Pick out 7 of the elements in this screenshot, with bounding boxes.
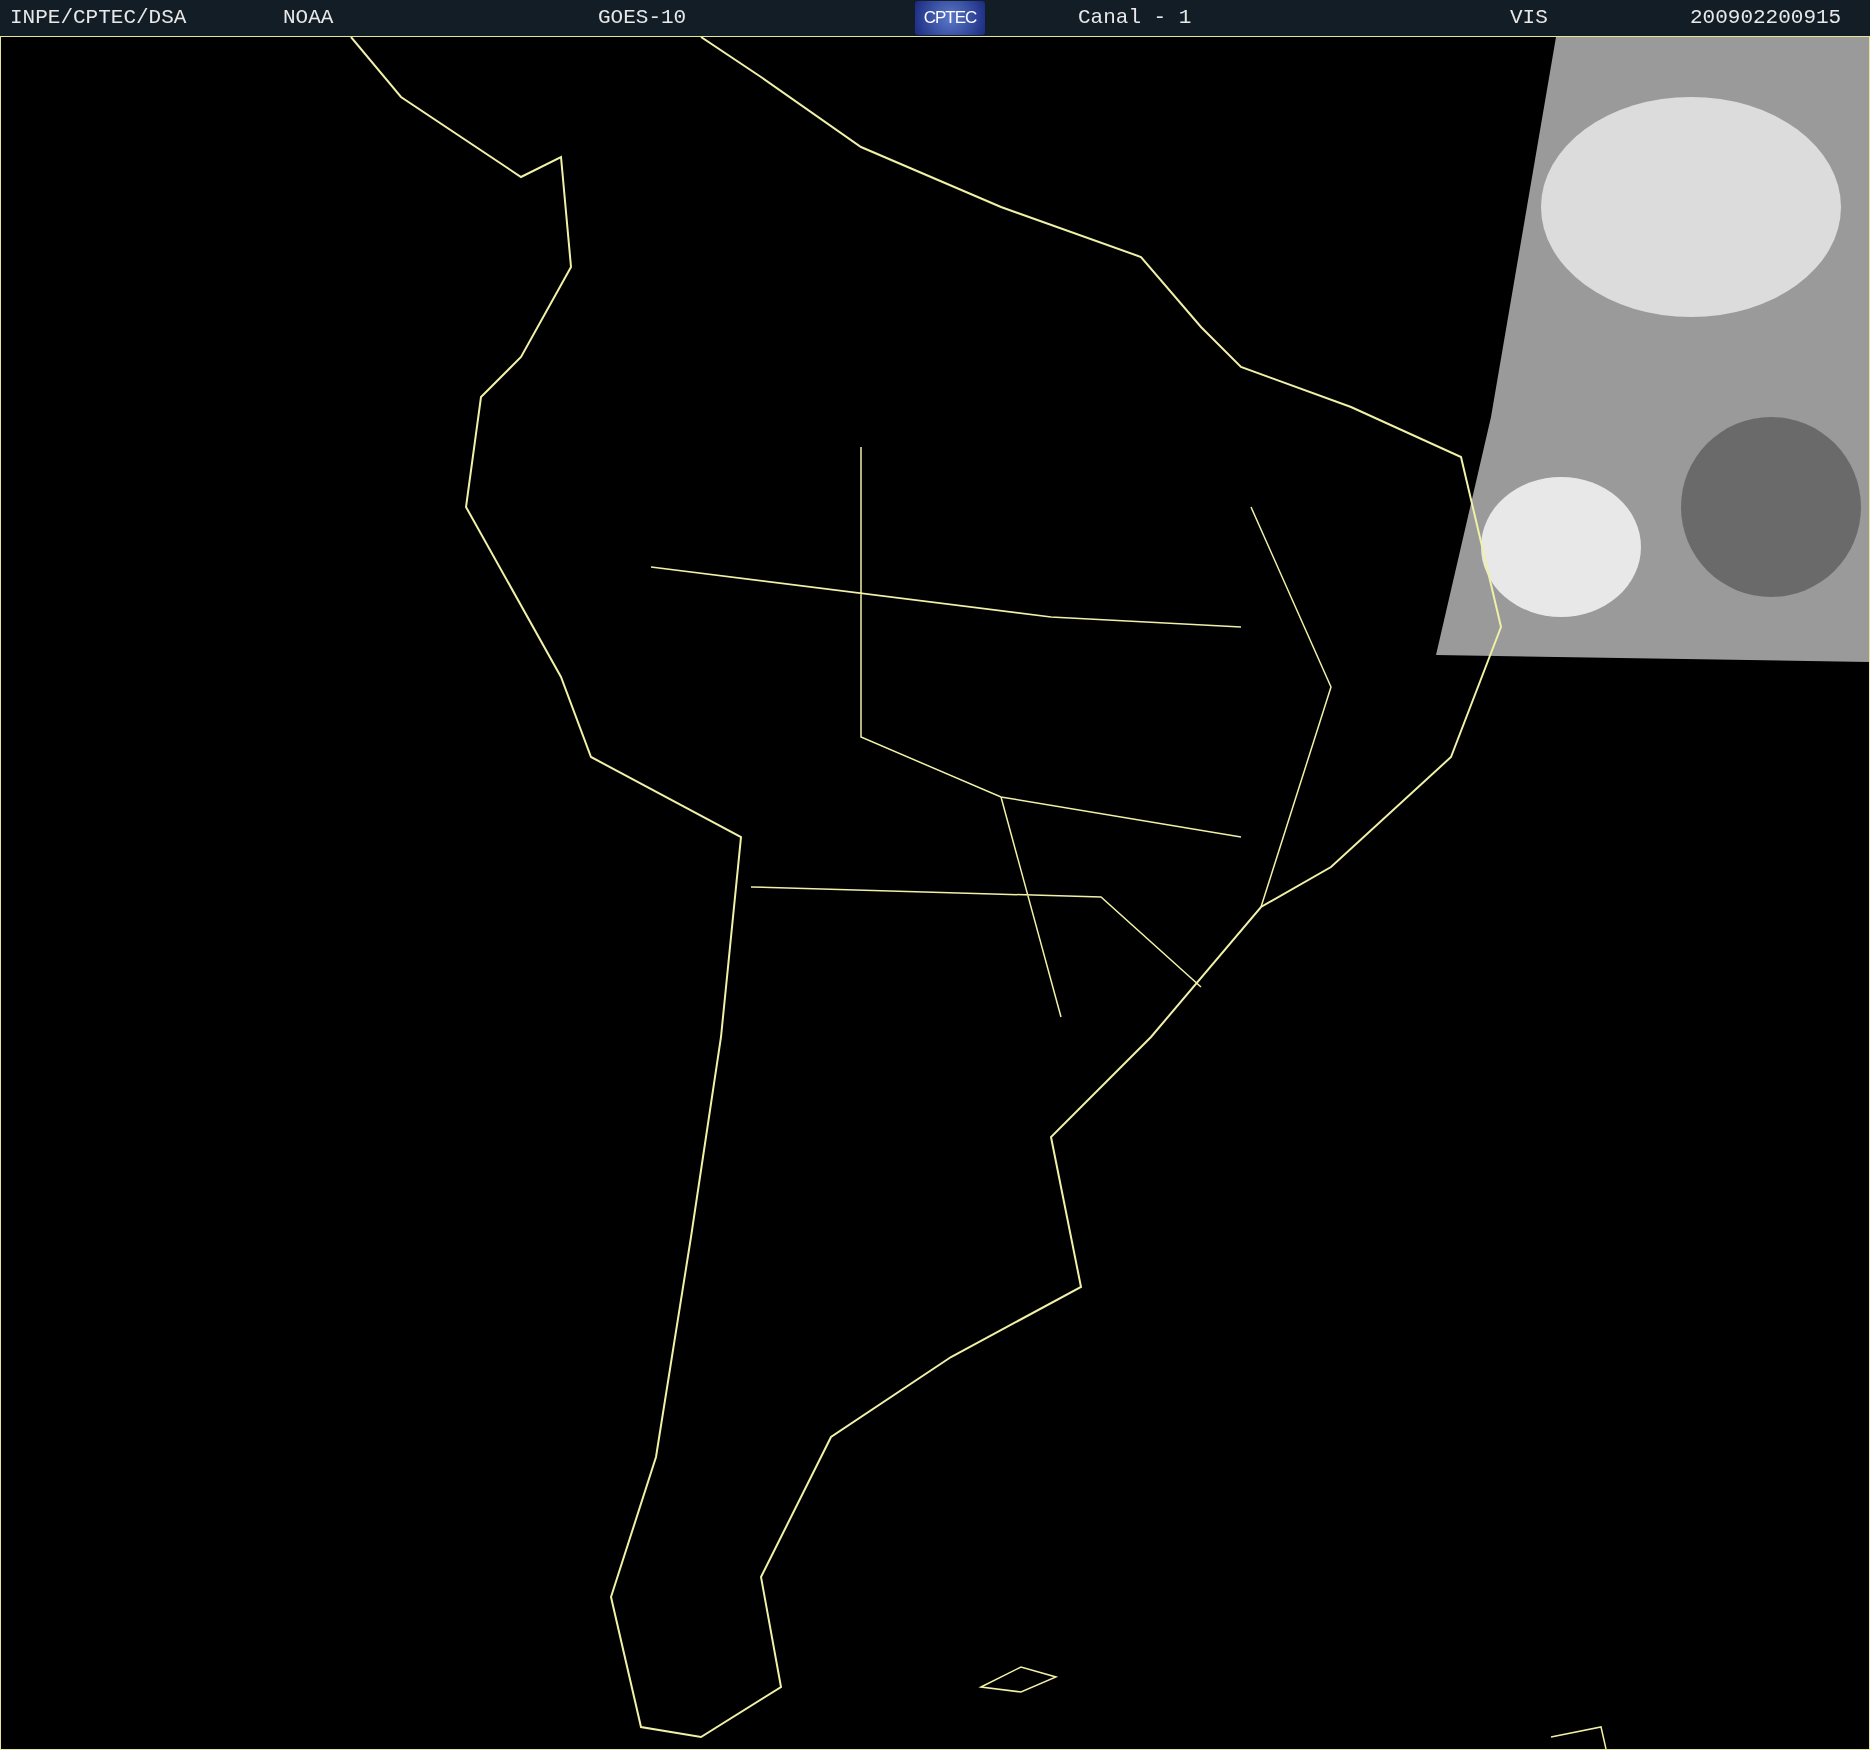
header-label: 200902200915 [1690, 6, 1842, 30]
header-label: Canal - 1 [1078, 6, 1192, 30]
header-label: INPE/CPTEC/DSA [10, 6, 187, 30]
logo: CPTEC [915, 1, 985, 35]
header-label: NOAA [283, 6, 334, 30]
header-label: VIS [1510, 6, 1548, 30]
header-label: GOES-10 [598, 6, 687, 30]
